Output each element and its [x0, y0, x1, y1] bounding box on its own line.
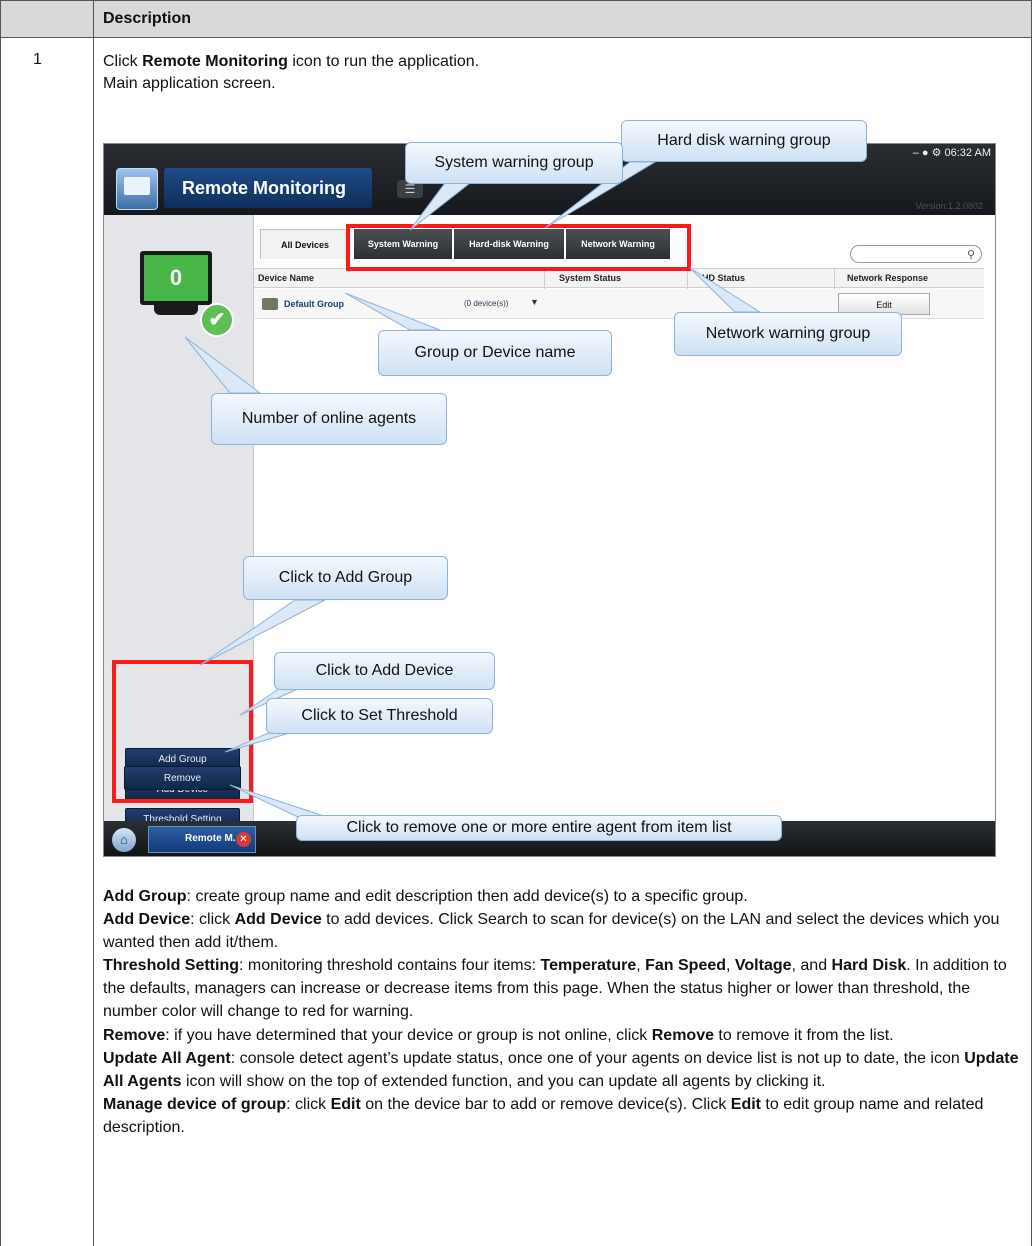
- para-add-device: Add Device: click Add Device to add devi…: [103, 908, 1023, 954]
- version-label: Version:1.2.0802: [915, 201, 983, 211]
- text-threshold-a: : monitoring threshold contains four ite…: [239, 957, 541, 975]
- callout-add-device: Click to Add Device: [274, 652, 495, 690]
- para-threshold: Threshold Setting: monitoring threshold …: [103, 954, 1023, 1023]
- callout-online-agents: Number of online agents: [211, 393, 447, 445]
- col-hd-status[interactable]: HD Status: [702, 273, 745, 283]
- table-column-divider: [93, 0, 94, 1246]
- window-status: – ● ⚙ 06:32 AM: [912, 147, 991, 159]
- text-add-device-a: : click: [190, 911, 235, 929]
- sep: ,: [726, 957, 735, 975]
- para-manage-group: Manage device of group: click Edit on th…: [103, 1093, 1023, 1139]
- home-icon[interactable]: ⌂: [112, 828, 136, 852]
- text-manage-b: on the device bar to add or remove devic…: [360, 1095, 731, 1113]
- para-add-group: Add Group: create group name and edit de…: [103, 885, 1023, 908]
- term-edit: Edit: [330, 1095, 361, 1113]
- table-border-left: [0, 0, 1, 1246]
- term-update-agent: Update All Agent: [103, 1049, 231, 1067]
- term-remove: Remove: [103, 1026, 166, 1044]
- online-monitor-icon: 0: [140, 251, 212, 305]
- step-intro: Click Remote Monitoring icon to run the …: [103, 51, 479, 95]
- app-title: Remote Monitoring: [182, 178, 346, 198]
- column-header-row: Device Name System Status HD Status Netw…: [254, 268, 984, 289]
- term-hard-disk: Hard Disk: [831, 957, 907, 975]
- term-fan-speed: Fan Speed: [645, 957, 727, 975]
- intro-text-end: icon to run the application.: [287, 53, 480, 70]
- app-logo-icon: [116, 168, 158, 210]
- text-manage-a: : click: [286, 1095, 331, 1113]
- warning-tabs-highlight: [346, 224, 691, 271]
- text-update-a: : console detect agent’s update status, …: [230, 1049, 965, 1067]
- term-add-group: Add Group: [103, 888, 187, 905]
- term-edit-2: Edit: [730, 1095, 761, 1113]
- callout-network: Network warning group: [674, 312, 902, 356]
- callout-system: System warning group: [405, 142, 623, 184]
- close-icon[interactable]: ✕: [236, 832, 251, 847]
- text-remove-b: to remove it from the list.: [713, 1026, 894, 1044]
- callout-group-name: Group or Device name: [378, 330, 612, 376]
- term-temperature: Temperature: [540, 957, 637, 975]
- intro-text: Click: [103, 53, 143, 70]
- term-manage-group: Manage device of group: [103, 1095, 287, 1113]
- folder-icon: [262, 298, 278, 310]
- side-buttons-highlight: [112, 660, 253, 803]
- online-agent-count: 0: [169, 265, 183, 290]
- callout-add-group: Click to Add Group: [243, 556, 448, 600]
- intro-line-2: Main application screen.: [103, 75, 276, 92]
- search-input[interactable]: ⚲: [850, 245, 982, 263]
- col-device-name[interactable]: Device Name: [258, 273, 314, 283]
- intro-bold: Remote Monitoring: [142, 53, 288, 70]
- text-remove-a: : if you have determined that your devic…: [165, 1026, 652, 1044]
- para-remove: Remove: if you have determined that your…: [103, 1024, 1023, 1047]
- app-title-bar: Remote Monitoring: [164, 168, 372, 208]
- sep: , and: [791, 957, 832, 975]
- search-icon[interactable]: ⚲: [967, 248, 975, 261]
- callout-set-threshold: Click to Set Threshold: [266, 698, 493, 734]
- col-separator: [544, 269, 545, 289]
- monitor-stand: [154, 305, 198, 315]
- callout-remove: Click to remove one or more entire agent…: [296, 815, 782, 841]
- term-threshold: Threshold Setting: [103, 957, 239, 975]
- term-add-device-2: Add Device: [234, 911, 322, 929]
- description-header: Description: [103, 10, 192, 27]
- term-voltage: Voltage: [734, 957, 792, 975]
- taskbar-remote-monitoring[interactable]: Remote M.. ✕: [148, 826, 256, 853]
- col-separator: [834, 269, 835, 289]
- para-update-agent: Update All Agent: console detect agent’s…: [103, 1047, 1023, 1093]
- col-network-response[interactable]: Network Response: [847, 273, 928, 283]
- check-icon: ✔: [200, 303, 234, 337]
- col-separator: [687, 269, 688, 289]
- group-device-count: (0 device(s)): [464, 299, 509, 308]
- taskbar-label: Remote M..: [185, 833, 239, 844]
- tab-all-devices[interactable]: All Devices: [260, 229, 350, 259]
- description-body: Add Group: create group name and edit de…: [103, 885, 1023, 1139]
- term-add-device: Add Device: [103, 911, 191, 929]
- text-add-group: : create group name and edit description…: [186, 888, 748, 905]
- col-system-status[interactable]: System Status: [559, 273, 621, 283]
- chevron-down-icon[interactable]: ▼: [530, 297, 539, 307]
- sep: ,: [636, 957, 646, 975]
- group-name[interactable]: Default Group: [284, 299, 344, 309]
- callout-hard-disk: Hard disk warning group: [621, 120, 867, 162]
- term-remove-2: Remove: [651, 1026, 714, 1044]
- text-update-b: icon will show on the top of extended fu…: [181, 1072, 826, 1090]
- step-number: 1: [33, 51, 42, 68]
